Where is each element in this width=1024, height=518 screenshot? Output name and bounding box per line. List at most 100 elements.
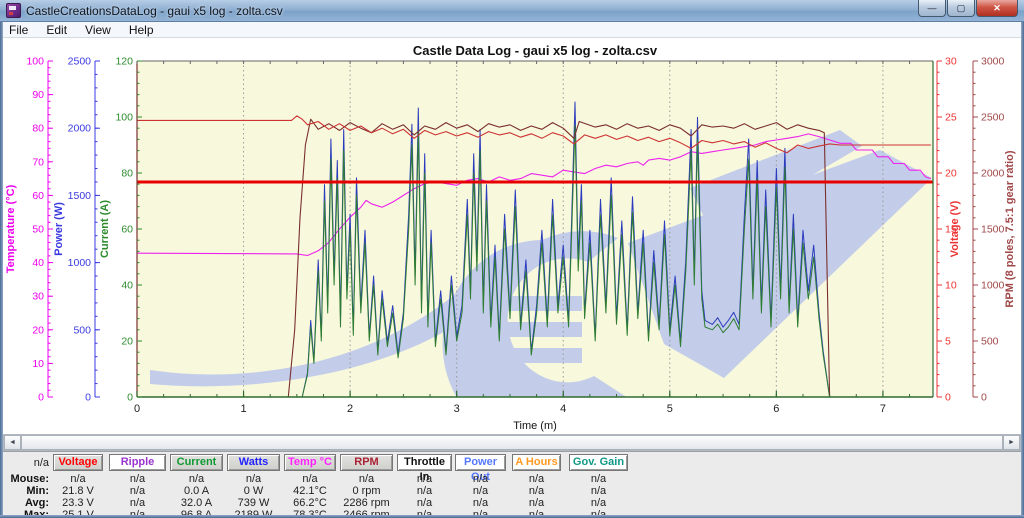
cell: n/a — [512, 485, 561, 497]
svg-text:1500: 1500 — [981, 224, 1005, 236]
maximize-button[interactable]: ▢ — [947, 0, 975, 17]
cell: n/a — [455, 497, 506, 509]
cell: n/a — [512, 473, 561, 485]
cell: n/a — [397, 485, 452, 497]
channel-button-a-hours[interactable]: A Hours — [512, 454, 561, 471]
cell: n/a — [109, 485, 166, 497]
cell: n/a — [109, 497, 166, 509]
minimize-button[interactable]: — — [918, 0, 946, 17]
chart-svg[interactable]: Castle Data Log - gaui x5 log - zolta.cs… — [0, 38, 1024, 434]
cell: n/a — [397, 497, 452, 509]
menu-view[interactable]: View — [76, 23, 120, 37]
cell: n/a — [109, 473, 166, 485]
corner-value: n/a — [3, 457, 49, 469]
svg-text:20: 20 — [32, 324, 44, 336]
svg-text:1: 1 — [240, 403, 246, 415]
row-label: Avg: — [3, 497, 49, 509]
svg-text:0: 0 — [981, 392, 987, 404]
cell: n/a — [455, 485, 506, 497]
channel-button-current[interactable]: Current — [170, 454, 223, 471]
menu-file[interactable]: File — [0, 23, 37, 37]
x-axis-title: Time (m) — [513, 420, 557, 432]
cell: n/a — [569, 473, 628, 485]
channel-button-temp-c[interactable]: Temp °C — [284, 454, 336, 471]
svg-text:0: 0 — [85, 392, 91, 404]
title-bar[interactable]: CastleCreationsDataLog - gaui x5 log - z… — [0, 0, 1024, 22]
cell: 21.8 V — [53, 485, 103, 497]
svg-text:100: 100 — [26, 56, 44, 68]
svg-text:RPM (8 poles, 7.5:1 gear ratio: RPM (8 poles, 7.5:1 gear ratio) — [1004, 150, 1016, 307]
svg-text:Power (W): Power (W) — [53, 202, 65, 256]
table-row: Mouse:n/an/an/an/an/an/an/an/an/an/a — [3, 473, 1021, 485]
svg-text:2500: 2500 — [68, 56, 92, 68]
close-button[interactable]: ✕ — [976, 0, 1018, 17]
data-table: n/a Voltage RippleCurrentWattsTemp °CRPMT… — [3, 451, 1021, 516]
scroll-left-arrow[interactable]: ◄ — [4, 435, 21, 450]
svg-text:3: 3 — [454, 403, 460, 415]
cell: 0.0 A — [170, 485, 223, 497]
svg-text:40: 40 — [32, 257, 44, 269]
cell: 2286 rpm — [340, 497, 393, 509]
svg-text:90: 90 — [32, 89, 44, 101]
channel-button-rpm[interactable]: RPM — [340, 454, 393, 471]
menu-bar: File Edit View Help — [0, 22, 1024, 38]
svg-text:6: 6 — [773, 403, 779, 415]
svg-text:30: 30 — [32, 291, 44, 303]
channel-button-throttle-in[interactable]: Throttle In — [397, 454, 452, 471]
cell: n/a — [284, 473, 336, 485]
cell: n/a — [397, 473, 452, 485]
window-title: CastleCreationsDataLog - gaui x5 log - z… — [26, 4, 283, 18]
svg-text:5: 5 — [945, 336, 951, 348]
svg-text:70: 70 — [32, 156, 44, 168]
svg-text:80: 80 — [32, 123, 44, 135]
channel-button-power-out[interactable]: Power Out — [455, 454, 506, 471]
svg-text:2000: 2000 — [68, 123, 92, 135]
cell: n/a — [227, 473, 280, 485]
cell: n/a — [512, 497, 561, 509]
cell: 66.2°C — [284, 497, 336, 509]
axis-power: Power (W) — [53, 61, 100, 397]
svg-text:50: 50 — [32, 224, 44, 236]
svg-text:1000: 1000 — [981, 280, 1005, 292]
channel-button-watts[interactable]: Watts — [227, 454, 280, 471]
svg-text:Current (A): Current (A) — [99, 200, 111, 258]
menu-help[interactable]: Help — [120, 23, 163, 37]
chart-region[interactable]: Castle Data Log - gaui x5 log - zolta.cs… — [0, 38, 1024, 434]
cell: 32.0 A — [170, 497, 223, 509]
axis-temp: Temperature (°C) — [5, 61, 53, 397]
cell: n/a — [170, 473, 223, 485]
svg-text:Temperature (°C): Temperature (°C) — [5, 184, 17, 273]
menu-edit[interactable]: Edit — [37, 23, 76, 37]
channel-button-gov-gain[interactable]: Gov. Gain — [569, 454, 628, 471]
svg-text:2000: 2000 — [981, 168, 1005, 180]
svg-text:60: 60 — [121, 224, 133, 236]
cell: 42.1°C — [284, 485, 336, 497]
cell: 0 W — [227, 485, 280, 497]
cell: n/a — [455, 473, 506, 485]
svg-text:0: 0 — [127, 392, 133, 404]
horizontal-scrollbar[interactable]: ◄ ► — [3, 434, 1021, 451]
svg-text:20: 20 — [121, 336, 133, 348]
svg-text:5: 5 — [667, 403, 673, 415]
channel-button-ripple[interactable]: Ripple — [109, 454, 166, 471]
svg-text:25: 25 — [945, 112, 957, 124]
svg-text:120: 120 — [115, 56, 133, 68]
window-border-left — [0, 22, 3, 518]
svg-text:0: 0 — [945, 392, 951, 404]
svg-text:10: 10 — [945, 280, 957, 292]
scroll-right-arrow[interactable]: ► — [1003, 435, 1020, 450]
app-icon — [6, 3, 21, 18]
row-label: Mouse: — [3, 473, 49, 485]
channel-button-voltage[interactable]: Voltage — [53, 454, 103, 471]
svg-text:1000: 1000 — [68, 257, 92, 269]
scroll-thumb[interactable] — [21, 435, 1003, 450]
svg-text:0: 0 — [134, 403, 140, 415]
cell: n/a — [569, 485, 628, 497]
cell: 23.3 V — [53, 497, 103, 509]
cell: 0 rpm — [340, 485, 393, 497]
svg-text:10: 10 — [32, 358, 44, 370]
svg-text:4: 4 — [560, 403, 566, 415]
svg-text:40: 40 — [121, 280, 133, 292]
svg-text:500: 500 — [73, 324, 91, 336]
svg-text:3000: 3000 — [981, 56, 1005, 68]
